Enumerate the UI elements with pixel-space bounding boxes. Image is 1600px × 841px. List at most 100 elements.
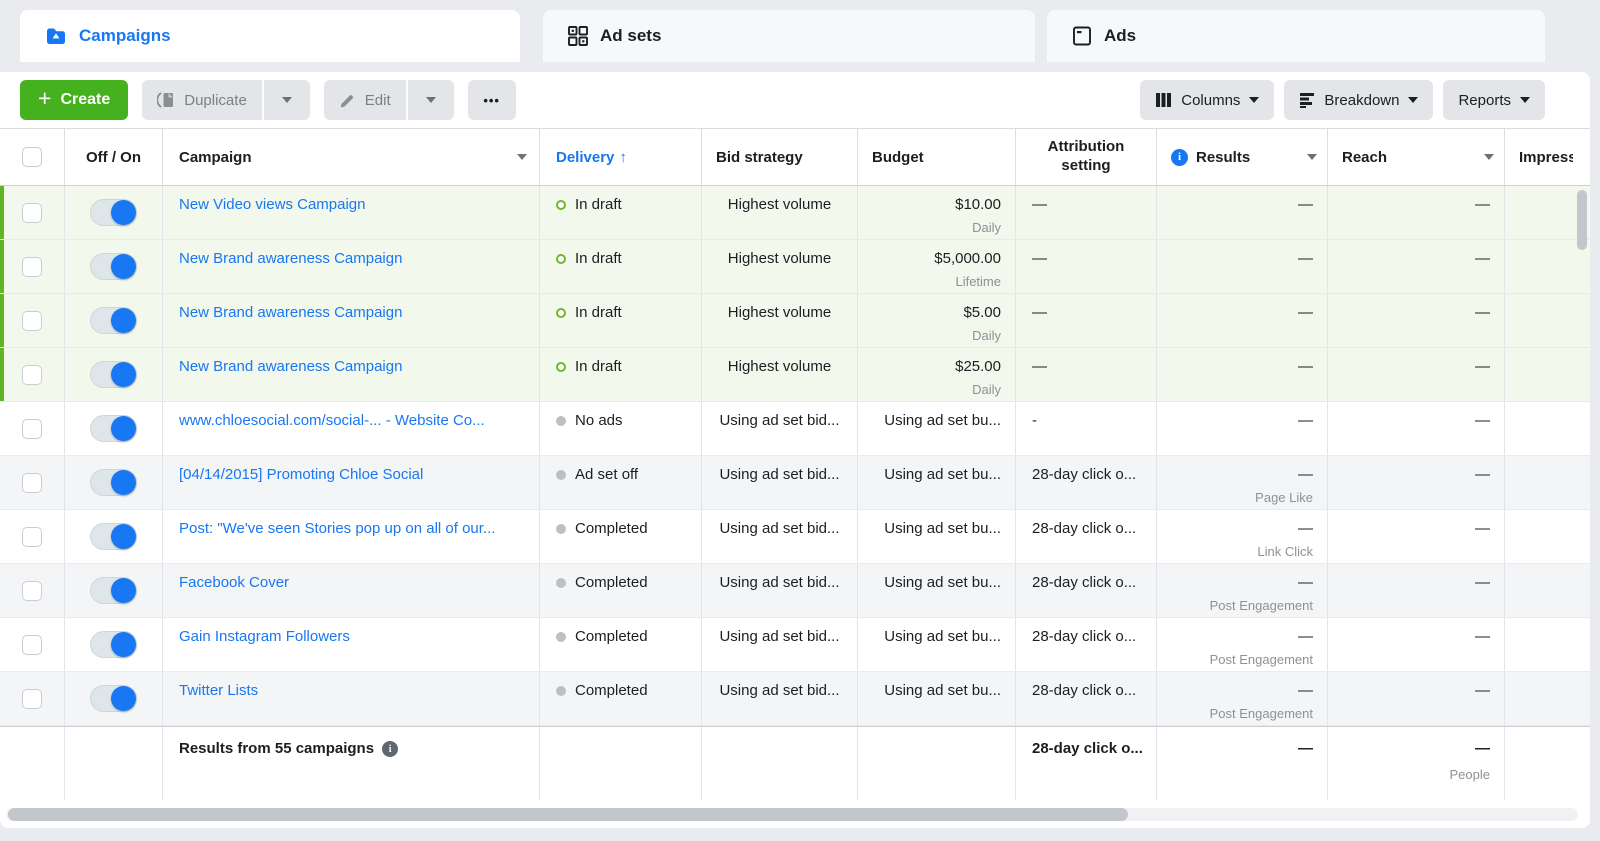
header-campaign[interactable]: Campaign — [163, 129, 540, 185]
row-select-cell — [0, 186, 65, 239]
row-checkbox[interactable] — [22, 689, 42, 709]
table-row: New Video views Campaign In draft Highes… — [0, 186, 1590, 240]
toolbar: + Create Duplicate Edit ••• Columns Brea… — [0, 72, 1590, 128]
row-checkbox[interactable] — [22, 257, 42, 277]
duplicate-button[interactable]: Duplicate — [142, 80, 262, 120]
tab-ad-sets[interactable]: Ad sets — [543, 10, 1035, 62]
budget-value: Using ad set bu... — [884, 574, 1001, 591]
budget-value: Using ad set bu... — [884, 520, 1001, 537]
campaign-cell: New Video views Campaign — [163, 186, 540, 239]
delivery-cell: Ad set off — [540, 456, 702, 509]
tab-campaigns[interactable]: Campaigns — [20, 10, 520, 62]
header-attribution[interactable]: Attribution setting — [1016, 129, 1157, 185]
summary-bid-cell — [702, 727, 858, 800]
row-toggle-cell — [65, 510, 163, 563]
table-row: Facebook Cover Completed Using ad set bi… — [0, 564, 1590, 618]
create-button-label: Create — [60, 91, 111, 108]
result-value: — — [1298, 628, 1313, 645]
header-reach-label: Reach — [1342, 148, 1388, 166]
row-checkbox[interactable] — [22, 581, 42, 601]
campaign-link[interactable]: [04/14/2015] Promoting Chloe Social — [179, 466, 423, 483]
toggle-knob — [111, 524, 136, 549]
result-value: — — [1298, 358, 1313, 375]
header-reach[interactable]: Reach — [1328, 129, 1505, 185]
header-impressions[interactable]: Impressions — [1505, 129, 1590, 185]
campaign-link[interactable]: New Video views Campaign — [179, 196, 365, 213]
chevron-down-icon — [517, 154, 527, 160]
results-cell: — — [1157, 186, 1328, 239]
campaign-on-off-toggle[interactable] — [90, 415, 137, 442]
row-select-cell — [0, 510, 65, 563]
header-bid-strategy[interactable]: Bid strategy — [702, 129, 858, 185]
budget-cell: Using ad set bu... — [858, 510, 1016, 563]
horizontal-scrollbar[interactable] — [6, 808, 1578, 821]
table-row: www.chloesocial.com/social-... - Website… — [0, 402, 1590, 456]
campaign-link[interactable]: New Brand awareness Campaign — [179, 250, 402, 267]
budget-cell: Using ad set bu... — [858, 456, 1016, 509]
info-icon[interactable]: i — [1171, 148, 1188, 166]
vertical-scrollbar-thumb[interactable] — [1577, 190, 1587, 250]
campaign-on-off-toggle[interactable] — [90, 307, 137, 334]
campaign-on-off-toggle[interactable] — [90, 469, 137, 496]
row-toggle-cell — [65, 240, 163, 293]
row-checkbox[interactable] — [22, 473, 42, 493]
tab-ads[interactable]: Ads — [1047, 10, 1545, 62]
reach-cell: — — [1328, 402, 1505, 455]
campaign-on-off-toggle[interactable] — [90, 685, 137, 712]
results-cell: — Post Engagement — [1157, 564, 1328, 617]
attribution-cell: 28-day click o... — [1016, 564, 1157, 617]
reach-cell: — — [1328, 348, 1505, 401]
chevron-down-icon — [425, 97, 436, 103]
select-all-checkbox[interactable] — [22, 147, 42, 167]
campaign-link[interactable]: Gain Instagram Followers — [179, 628, 350, 645]
row-checkbox[interactable] — [22, 419, 42, 439]
reports-button[interactable]: Reports — [1443, 80, 1545, 120]
campaign-link[interactable]: www.chloesocial.com/social-... - Website… — [179, 412, 485, 429]
tab-ad-sets-label: Ad sets — [600, 26, 662, 45]
campaign-link[interactable]: New Brand awareness Campaign — [179, 358, 402, 375]
edit-dropdown-button[interactable] — [407, 80, 454, 120]
delivery-status-text: In draft — [575, 196, 622, 213]
header-results[interactable]: i Results — [1157, 129, 1328, 185]
summary-results-cell: — — [1157, 727, 1328, 800]
info-icon[interactable]: i — [382, 741, 399, 757]
campaign-on-off-toggle[interactable] — [90, 253, 137, 280]
header-delivery[interactable]: Delivery ↑ — [540, 129, 702, 185]
campaign-on-off-toggle[interactable] — [90, 523, 137, 550]
reach-cell: — — [1328, 456, 1505, 509]
campaign-on-off-toggle[interactable] — [90, 577, 137, 604]
row-checkbox[interactable] — [22, 203, 42, 223]
campaign-link[interactable]: Twitter Lists — [179, 682, 258, 699]
duplicate-dropdown-button[interactable] — [263, 80, 310, 120]
campaign-link[interactable]: Facebook Cover — [179, 574, 289, 591]
row-checkbox[interactable] — [22, 635, 42, 655]
summary-toggle-cell — [65, 727, 163, 800]
row-checkbox[interactable] — [22, 311, 42, 331]
summary-attribution-cell: 28-day click o... — [1016, 727, 1157, 800]
create-button[interactable]: + Create — [20, 80, 129, 120]
header-budget[interactable]: Budget — [858, 129, 1016, 185]
ad-page-icon — [1073, 26, 1091, 46]
reach-cell: — — [1328, 510, 1505, 563]
campaign-cell: New Brand awareness Campaign — [163, 240, 540, 293]
table-row: Post: "We've seen Stories pop up on all … — [0, 510, 1590, 564]
columns-button[interactable]: Columns — [1140, 80, 1275, 120]
delivery-cell: In draft — [540, 240, 702, 293]
row-checkbox[interactable] — [22, 527, 42, 547]
table-row: Twitter Lists Completed Using ad set bid… — [0, 672, 1590, 726]
impressions-cell — [1505, 294, 1590, 347]
campaign-on-off-toggle[interactable] — [90, 199, 137, 226]
edit-button[interactable]: Edit — [323, 80, 406, 120]
row-select-cell — [0, 456, 65, 509]
more-actions-button[interactable]: ••• — [467, 80, 516, 120]
horizontal-scrollbar-thumb[interactable] — [8, 808, 1128, 821]
budget-value: Using ad set bu... — [884, 682, 1001, 699]
breakdown-button[interactable]: Breakdown — [1284, 80, 1434, 120]
columns-button-label: Columns — [1181, 91, 1241, 109]
campaign-link[interactable]: New Brand awareness Campaign — [179, 304, 402, 321]
row-checkbox[interactable] — [22, 365, 42, 385]
campaign-link[interactable]: Post: "We've seen Stories pop up on all … — [179, 520, 495, 537]
campaign-on-off-toggle[interactable] — [90, 361, 137, 388]
campaign-on-off-toggle[interactable] — [90, 631, 137, 658]
attribution-cell: — — [1016, 294, 1157, 347]
